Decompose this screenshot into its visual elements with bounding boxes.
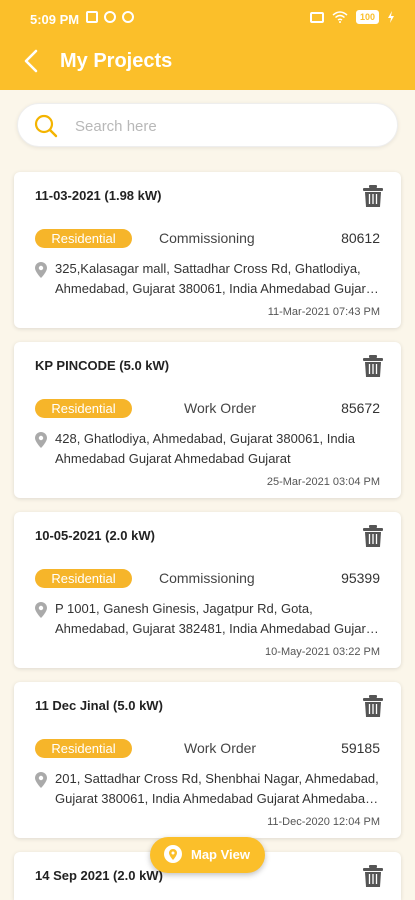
project-id: 80612	[341, 230, 380, 246]
delete-button[interactable]	[362, 354, 384, 378]
location-pin-icon	[35, 432, 47, 448]
app-notification-icon	[104, 11, 116, 23]
message-notification-icon	[86, 11, 98, 23]
delete-button[interactable]	[362, 184, 384, 208]
project-card[interactable]: 11 Dec Jinal (5.0 kW) Residential Work O…	[14, 682, 401, 838]
status-time: 5:09 PM	[30, 12, 80, 27]
trash-icon	[363, 865, 383, 887]
trash-icon	[363, 185, 383, 207]
wifi-icon	[332, 11, 348, 23]
project-stage: Commissioning	[159, 230, 255, 246]
notification-icons	[86, 11, 134, 23]
back-button[interactable]	[18, 46, 48, 76]
project-stage: Work Order	[184, 400, 257, 416]
map-view-button[interactable]: Map View	[150, 837, 265, 873]
project-title: 11 Dec Jinal (5.0 kW)	[35, 698, 163, 713]
project-type-badge: Residential	[35, 569, 132, 588]
location-pin-icon	[35, 262, 47, 278]
location-pin-icon	[35, 772, 47, 788]
project-timestamp: 10-May-2021 03:22 PM	[265, 646, 380, 658]
project-type-badge: Residential	[35, 229, 132, 248]
system-status-icons: 100	[309, 10, 395, 24]
delete-button[interactable]	[362, 524, 384, 548]
search-input[interactable]	[73, 112, 377, 140]
project-id: 95399	[341, 570, 380, 586]
trash-icon	[363, 355, 383, 377]
trash-icon	[363, 525, 383, 547]
project-card[interactable]: 10-05-2021 (2.0 kW) Residential Commissi…	[14, 512, 401, 668]
project-timestamp: 25-Mar-2021 03:04 PM	[266, 476, 380, 488]
trash-icon	[363, 695, 383, 717]
battery-icon: 100	[355, 10, 379, 24]
search-icon	[34, 114, 58, 138]
app-bar: 5:09 PM 100 My Projects	[0, 0, 415, 90]
project-address: 428, Ghatlodiya, Ahmedabad, Gujarat 3800…	[55, 431, 355, 466]
project-timestamp: 11-Mar-2021 07:43 PM	[267, 306, 380, 318]
title-row: My Projects	[0, 40, 415, 84]
project-card[interactable]: 11-03-2021 (1.98 kW) Residential Commiss…	[14, 172, 401, 328]
project-type-badge: Residential	[35, 739, 132, 758]
page-title: My Projects	[60, 50, 173, 72]
chevron-left-icon	[24, 49, 38, 73]
project-stage: Commissioning	[159, 570, 255, 586]
project-address: 325,Kalasagar mall, Sattadhar Cross Rd, …	[55, 261, 377, 296]
project-address: 201, Sattadhar Cross Rd, Shenbhai Nagar,…	[55, 771, 379, 806]
project-stage: Work Order	[184, 740, 257, 756]
project-type-badge: Residential	[35, 399, 132, 418]
status-bar: 5:09 PM 100	[0, 0, 415, 36]
app-notification-icon-2	[122, 11, 134, 23]
map-view-label: Map View	[191, 847, 251, 862]
screen-cast-icon	[309, 11, 324, 23]
delete-button[interactable]	[362, 694, 384, 718]
project-address: P 1001, Ganesh Ginesis, Jagatpur Rd, Got…	[55, 601, 377, 636]
charging-icon	[388, 11, 394, 23]
project-title: 14 Sep 2021 (2.0 kW)	[35, 868, 163, 883]
project-id: 59185	[341, 740, 380, 756]
location-pin-icon	[35, 602, 47, 618]
search-bar[interactable]	[17, 103, 398, 147]
project-card[interactable]: KP PINCODE (5.0 kW) Residential Work Ord…	[14, 342, 401, 498]
map-pin-icon	[164, 845, 182, 863]
project-timestamp: 11-Dec-2020 12:04 PM	[267, 816, 380, 828]
delete-button[interactable]	[362, 864, 384, 888]
project-title: 10-05-2021 (2.0 kW)	[35, 528, 155, 543]
project-id: 85672	[341, 400, 380, 416]
project-title: KP PINCODE (5.0 kW)	[35, 358, 170, 373]
project-title: 11-03-2021 (1.98 kW)	[35, 188, 162, 203]
